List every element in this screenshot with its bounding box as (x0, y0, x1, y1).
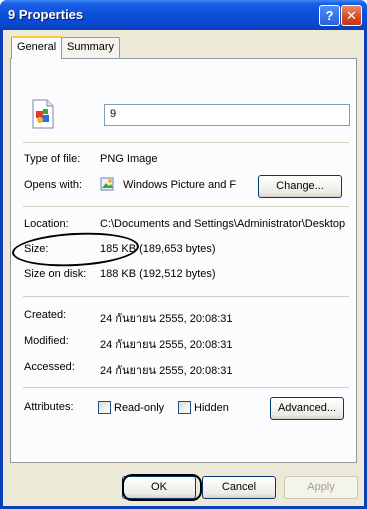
created-label: Created: (24, 309, 67, 321)
window-title: 9 Properties (8, 7, 84, 22)
accessed-label: Accessed: (24, 361, 75, 373)
picture-viewer-icon (100, 177, 114, 191)
apply-button[interactable]: Apply (284, 476, 358, 499)
opens-with-value: Windows Picture and F (123, 179, 237, 191)
change-button[interactable]: Change... (258, 175, 342, 198)
created-value: 24 กันยายน 2555, 20:08:31 (100, 313, 233, 325)
annotation-ok-outline (122, 474, 202, 501)
read-only-checkbox[interactable] (98, 401, 111, 414)
separator (23, 206, 349, 207)
file-name-field[interactable]: 9 (104, 104, 350, 126)
help-button[interactable]: ? (319, 5, 340, 26)
title-bar[interactable]: 9 Properties ? ✕ (0, 0, 367, 30)
hidden-checkbox[interactable] (178, 401, 191, 414)
cancel-button[interactable]: Cancel (202, 476, 276, 499)
annotation-ellipse (11, 229, 140, 270)
read-only-label[interactable]: Read-only (114, 402, 164, 414)
modified-value: 24 กันยายน 2555, 20:08:31 (100, 339, 233, 351)
size-on-disk-value: 188 KB (192,512 bytes) (100, 268, 216, 280)
accessed-value: 24 กันยายน 2555, 20:08:31 (100, 365, 233, 377)
size-on-disk-label: Size on disk: (24, 268, 87, 280)
separator (23, 142, 349, 143)
location-label: Location: (24, 218, 69, 230)
general-panel: 9 Type of file: PNG Image Opens with: Wi… (10, 58, 357, 463)
location-value: C:\Documents and Settings\Administrator\… (100, 218, 346, 230)
tab-summary[interactable]: Summary (61, 37, 121, 58)
type-of-file-value: PNG Image (100, 153, 158, 165)
properties-window: 9 Properties ? ✕ General Summary 9 Type … (0, 0, 367, 509)
separator (23, 296, 349, 297)
separator (23, 387, 349, 388)
dialog-client: General Summary 9 Type of file: PNG Imag… (3, 30, 364, 506)
modified-label: Modified: (24, 335, 69, 347)
type-of-file-label: Type of file: (24, 153, 81, 165)
hidden-label[interactable]: Hidden (194, 402, 229, 414)
advanced-button[interactable]: Advanced... (270, 397, 344, 420)
close-button[interactable]: ✕ (341, 5, 362, 26)
attributes-label: Attributes: (24, 401, 74, 413)
tab-general[interactable]: General (11, 36, 63, 59)
png-image-icon (32, 99, 54, 129)
opens-with-label: Opens with: (24, 179, 83, 191)
